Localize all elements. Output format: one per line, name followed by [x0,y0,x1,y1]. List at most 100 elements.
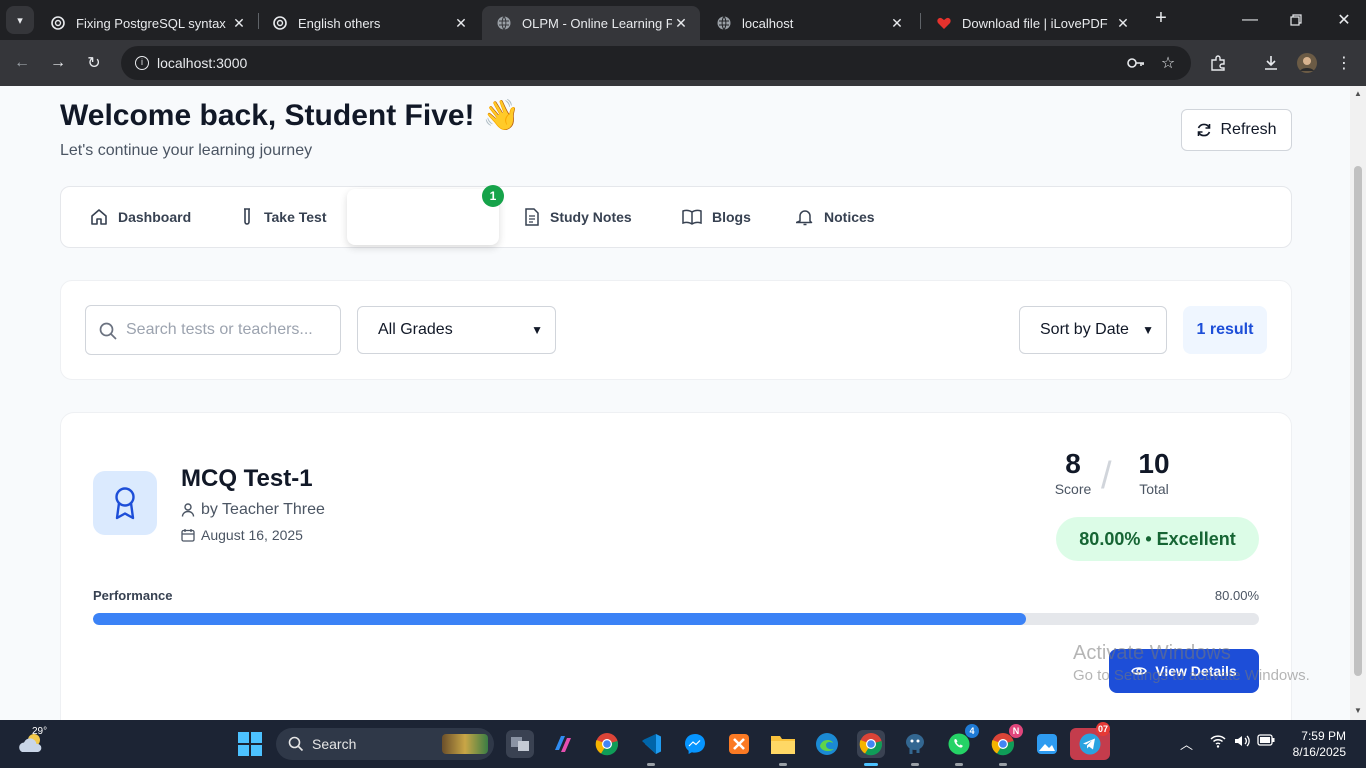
nav-tab-label: Take Test [264,209,327,225]
chrome-icon[interactable] [593,730,621,758]
telegram-icon[interactable]: 07 [1070,722,1110,760]
chatgpt-icon [272,15,288,31]
browser-tab-bar: ▾ Fixing PostgreSQL syntax err ✕ English… [0,0,1366,40]
browser-tab[interactable]: English others ✕ [258,6,480,40]
start-button[interactable] [238,732,262,756]
messenger-icon[interactable] [681,730,709,758]
browser-tab[interactable]: Download file | iLovePDF ✕ [922,6,1142,40]
performance-progress-bar [93,613,1259,625]
browser-menu-icon[interactable]: ⋮ [1333,52,1355,74]
file-explorer-icon[interactable] [769,730,797,766]
browser-tab[interactable]: Fixing PostgreSQL syntax err ✕ [36,6,258,40]
sort-select[interactable]: Sort by Date ▼ [1019,306,1167,354]
scroll-down-arrow[interactable]: ▼ [1353,706,1363,716]
refresh-button[interactable]: Refresh [1181,109,1292,151]
weather-widget[interactable]: 29° [16,726,48,760]
address-bar[interactable]: i localhost:3000 [121,46,1191,80]
tab-title: Fixing PostgreSQL syntax err [76,15,230,31]
clock-date: 8/16/2025 [1292,745,1346,759]
filter-bar: All Grades ▼ Sort by Date ▼ 1 result [60,280,1292,380]
close-tab-icon[interactable]: ✕ [230,15,248,32]
heart-icon [936,15,952,31]
nav-tab-take-test[interactable]: Take Test [240,187,327,247]
edge-icon[interactable] [813,730,841,758]
bookmark-star-icon[interactable]: ☆ [1157,52,1179,74]
score-divider: / [1101,455,1112,497]
tab-title: OLPM - Online Learning Plat [522,15,672,31]
reload-button[interactable]: ↻ [83,52,105,74]
teacher-line: by Teacher Three [181,501,325,519]
nav-tab-label: Study Notes [550,209,632,225]
calendar-icon [181,529,195,542]
close-tab-icon[interactable]: ✕ [888,15,906,32]
watermark-subtitle: Go to Settings to activate Windows. [1073,667,1310,684]
download-icon[interactable] [1260,52,1282,74]
activate-windows-watermark: Activate Windows Go to Settings to activ… [1073,642,1310,684]
dashboard-nav: Dashboard Take Test 1 Study Notes Blogs … [60,185,1292,248]
profile-avatar[interactable] [1296,52,1318,74]
close-tab-icon[interactable]: ✕ [1114,15,1132,32]
result-count-badge: 1 result [1183,306,1267,354]
grade-select-value: All Grades [378,321,453,338]
nav-tab-active[interactable] [347,189,499,245]
chevron-down-icon: ▼ [531,323,543,337]
browser-tab[interactable]: localhost ✕ [702,6,916,40]
chrome-active-icon[interactable] [857,730,885,766]
postgresql-icon[interactable] [901,730,929,766]
copilot-icon[interactable] [549,730,577,758]
minimize-button[interactable]: — [1238,8,1262,32]
browser-toolbar: ← → ↻ i localhost:3000 ☆ ⋮ [0,40,1366,86]
sort-select-value: Sort by Date [1040,321,1129,338]
test-tube-icon [244,208,250,225]
temperature: 29° [32,726,48,737]
nav-tab-notices[interactable]: Notices [796,187,875,247]
search-input[interactable] [126,306,336,354]
search-icon [99,322,117,340]
new-tab-button[interactable]: + [1150,8,1172,30]
globe-icon [716,15,732,31]
award-icon [115,487,135,520]
nav-tab-dashboard[interactable]: Dashboard [90,187,191,247]
battery-icon[interactable] [1257,734,1275,749]
back-button[interactable]: ← [11,52,33,74]
notification-badge: 1 [482,185,504,207]
telegram-badge: 07 [1096,722,1110,736]
site-info-icon[interactable]: i [135,56,149,70]
vscode-icon[interactable] [637,730,665,766]
browser-tab-active[interactable]: OLPM - Online Learning Plat ✕ [482,6,700,40]
teacher-name: by Teacher Three [201,501,325,518]
tab-title: English others [298,15,381,31]
refresh-label: Refresh [1220,121,1277,138]
windows-taskbar: 29° Search 4 N 07 ︿ 7:59 PM 8/16/2025 [0,720,1366,768]
chrome-profile-icon[interactable]: N [989,724,1023,766]
taskbar-search[interactable]: Search [276,728,494,760]
system-clock[interactable]: 7:59 PM 8/16/2025 [1290,728,1346,760]
total-value: 10 [1138,448,1170,479]
nav-tab-study-notes[interactable]: Study Notes [524,187,632,247]
close-tab-icon[interactable]: ✕ [672,15,690,32]
password-key-icon[interactable] [1125,52,1147,74]
forward-button[interactable]: → [47,52,69,74]
volume-icon[interactable] [1234,734,1250,751]
performance-label: Performance [93,588,173,603]
nav-tab-blogs[interactable]: Blogs [682,187,751,247]
grade-select[interactable]: All Grades ▼ [357,306,556,354]
tray-overflow-chevron-icon[interactable]: ︿ [1180,734,1193,753]
scrollbar-thumb[interactable] [1354,166,1362,676]
close-tab-icon[interactable]: ✕ [452,15,470,32]
extensions-icon[interactable] [1207,52,1229,74]
whatsapp-icon[interactable]: 4 [945,724,979,766]
total-block: 10 Total [1133,447,1175,497]
search-box[interactable] [85,305,341,355]
wifi-icon[interactable] [1210,734,1226,751]
scroll-up-arrow[interactable]: ▲ [1353,89,1363,99]
tab-search-button[interactable]: ▾ [6,6,34,34]
page-scrollbar[interactable]: ▲ ▼ [1350,86,1366,720]
restore-button[interactable] [1284,8,1308,32]
xampp-icon[interactable] [725,730,753,758]
photos-icon[interactable] [1033,730,1061,758]
task-view-icon[interactable] [506,730,534,758]
close-window-button[interactable]: ✕ [1332,8,1356,32]
chatgpt-icon [50,15,66,31]
grade-badge: 80.00% • Excellent [1056,517,1259,561]
